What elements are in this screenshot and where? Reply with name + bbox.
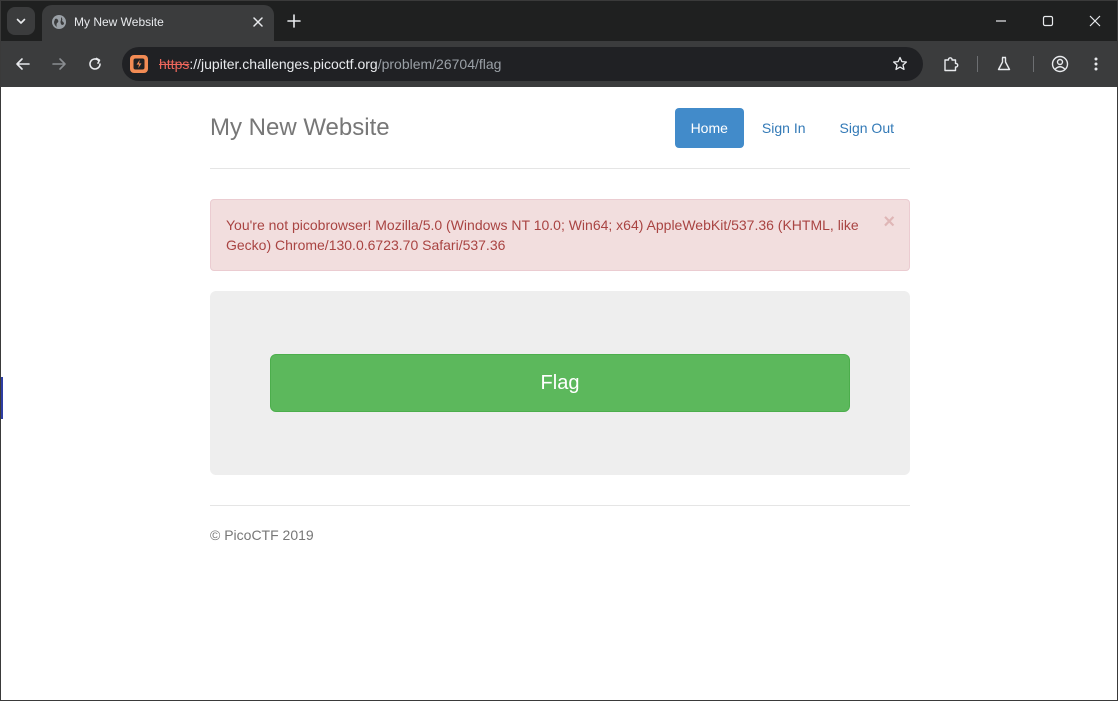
footer-copyright: © PicoCTF 2019 — [210, 527, 314, 543]
maximize-icon — [1042, 15, 1054, 27]
window-close-button[interactable] — [1077, 7, 1113, 35]
maximize-button[interactable] — [1030, 7, 1066, 35]
header-divider — [210, 168, 910, 169]
edge-marker — [1, 377, 3, 419]
puzzle-icon — [944, 57, 959, 72]
url-scheme: https — [159, 56, 190, 72]
tab-close-button[interactable] — [248, 12, 268, 32]
arrow-left-icon — [16, 58, 30, 70]
url-path: /problem/26704/flag — [377, 56, 502, 72]
toolbar-divider — [977, 56, 978, 72]
account-icon — [1051, 55, 1069, 73]
nav-home[interactable]: Home — [674, 108, 744, 148]
bookmark-button[interactable] — [888, 52, 912, 76]
address-bar[interactable]: https://jupiter.challenges.picoctf.org/p… — [122, 47, 923, 81]
minimize-button[interactable] — [983, 7, 1019, 35]
profile-button[interactable] — [1046, 50, 1074, 78]
new-tab-button[interactable] — [282, 9, 306, 33]
site-info-button[interactable] — [130, 55, 148, 73]
arrow-right-icon — [52, 58, 66, 70]
site-brand: My New Website — [210, 114, 390, 141]
plus-icon — [287, 14, 301, 28]
browser-tab-active[interactable]: My New Website — [42, 5, 274, 41]
close-icon — [1089, 15, 1101, 27]
nav-sign-out[interactable]: Sign Out — [824, 108, 910, 148]
chevron-down-icon — [16, 18, 26, 24]
forward-button[interactable] — [45, 50, 73, 78]
reload-button[interactable] — [81, 50, 109, 78]
alert-message: You're not picobrowser! Mozilla/5.0 (Win… — [226, 217, 859, 253]
browser-menu-button[interactable] — [1082, 50, 1110, 78]
flask-icon — [997, 56, 1011, 71]
error-alert: You're not picobrowser! Mozilla/5.0 (Win… — [210, 199, 910, 271]
url-host: ://jupiter.challenges.picoctf.org — [189, 56, 378, 72]
browser-toolbar: https://jupiter.challenges.picoctf.org/p… — [1, 41, 1117, 87]
toolbar-divider — [1033, 56, 1034, 72]
close-icon — [253, 17, 263, 27]
tab-search-button[interactable] — [7, 7, 35, 35]
labs-button[interactable] — [990, 50, 1018, 78]
not-secure-icon — [133, 58, 145, 70]
alert-close-button[interactable]: × — [883, 212, 895, 232]
url-text: https://jupiter.challenges.picoctf.org/p… — [159, 56, 501, 72]
more-vertical-icon — [1094, 57, 1098, 71]
browser-window: My New Website https://jupiter.challenge… — [0, 0, 1118, 701]
extensions-button[interactable] — [937, 50, 965, 78]
tab-strip: My New Website — [1, 1, 1117, 41]
flag-button[interactable]: Flag — [270, 354, 850, 412]
jumbotron: Flag — [210, 291, 910, 475]
globe-icon — [52, 15, 66, 29]
page-content: My New Website Home Sign In Sign Out You… — [1, 87, 1117, 700]
site-nav: Home Sign In Sign Out — [673, 108, 910, 148]
reload-icon — [89, 57, 101, 70]
tab-title: My New Website — [74, 15, 164, 29]
footer-divider — [210, 505, 910, 506]
back-button[interactable] — [9, 50, 37, 78]
star-icon — [892, 56, 908, 71]
nav-sign-in[interactable]: Sign In — [746, 108, 822, 148]
minimize-icon — [996, 20, 1006, 22]
